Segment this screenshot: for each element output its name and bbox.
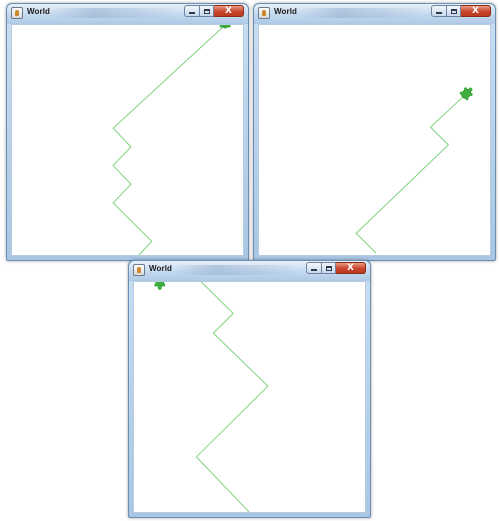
- close-button[interactable]: X: [214, 5, 244, 17]
- title-bar[interactable]: World X: [129, 261, 370, 281]
- window-controls: X: [184, 5, 244, 19]
- window-title: World: [149, 264, 173, 273]
- java-app-icon: [133, 264, 145, 276]
- turtle-path: [195, 282, 269, 512]
- maximize-icon: [203, 8, 210, 14]
- turtle-drawing: [154, 282, 269, 512]
- window-controls: X: [431, 5, 491, 19]
- turtle-icon: [219, 25, 231, 29]
- turtle-icon: [154, 282, 166, 290]
- minimize-button[interactable]: [431, 5, 446, 17]
- maximize-button[interactable]: [321, 262, 336, 274]
- minimize-icon: [189, 12, 195, 14]
- turtle-drawing: [112, 25, 231, 255]
- close-button[interactable]: X: [461, 5, 491, 17]
- world-window-1[interactable]: World X: [6, 3, 249, 261]
- window-title: World: [27, 7, 51, 16]
- java-app-icon: [11, 7, 23, 19]
- title-bar[interactable]: World X: [254, 4, 495, 24]
- title-bar-glass: [51, 8, 178, 18]
- window-title: World: [274, 7, 298, 16]
- title-bar-glass: [298, 8, 425, 18]
- maximize-icon: [325, 265, 332, 271]
- title-bar-glass: [173, 265, 300, 275]
- minimize-button[interactable]: [184, 5, 199, 17]
- maximize-icon: [450, 8, 457, 14]
- world-window-3[interactable]: World X: [128, 260, 371, 518]
- close-icon: X: [225, 6, 232, 16]
- title-bar[interactable]: World X: [7, 4, 248, 24]
- close-icon: X: [347, 263, 354, 273]
- world-canvas[interactable]: [133, 281, 366, 513]
- turtle-path: [355, 93, 467, 254]
- world-canvas[interactable]: [258, 24, 491, 256]
- minimize-icon: [311, 269, 317, 271]
- world-canvas[interactable]: [11, 24, 244, 256]
- turtle-path: [112, 25, 226, 255]
- close-icon: X: [472, 6, 479, 16]
- world-window-2[interactable]: World X: [253, 3, 496, 261]
- window-controls: X: [306, 262, 366, 276]
- minimize-button[interactable]: [306, 262, 321, 274]
- close-button[interactable]: X: [336, 262, 366, 274]
- maximize-button[interactable]: [446, 5, 461, 17]
- turtle-drawing: [355, 87, 473, 254]
- java-app-icon: [258, 7, 270, 19]
- maximize-button[interactable]: [199, 5, 214, 17]
- minimize-icon: [436, 12, 442, 14]
